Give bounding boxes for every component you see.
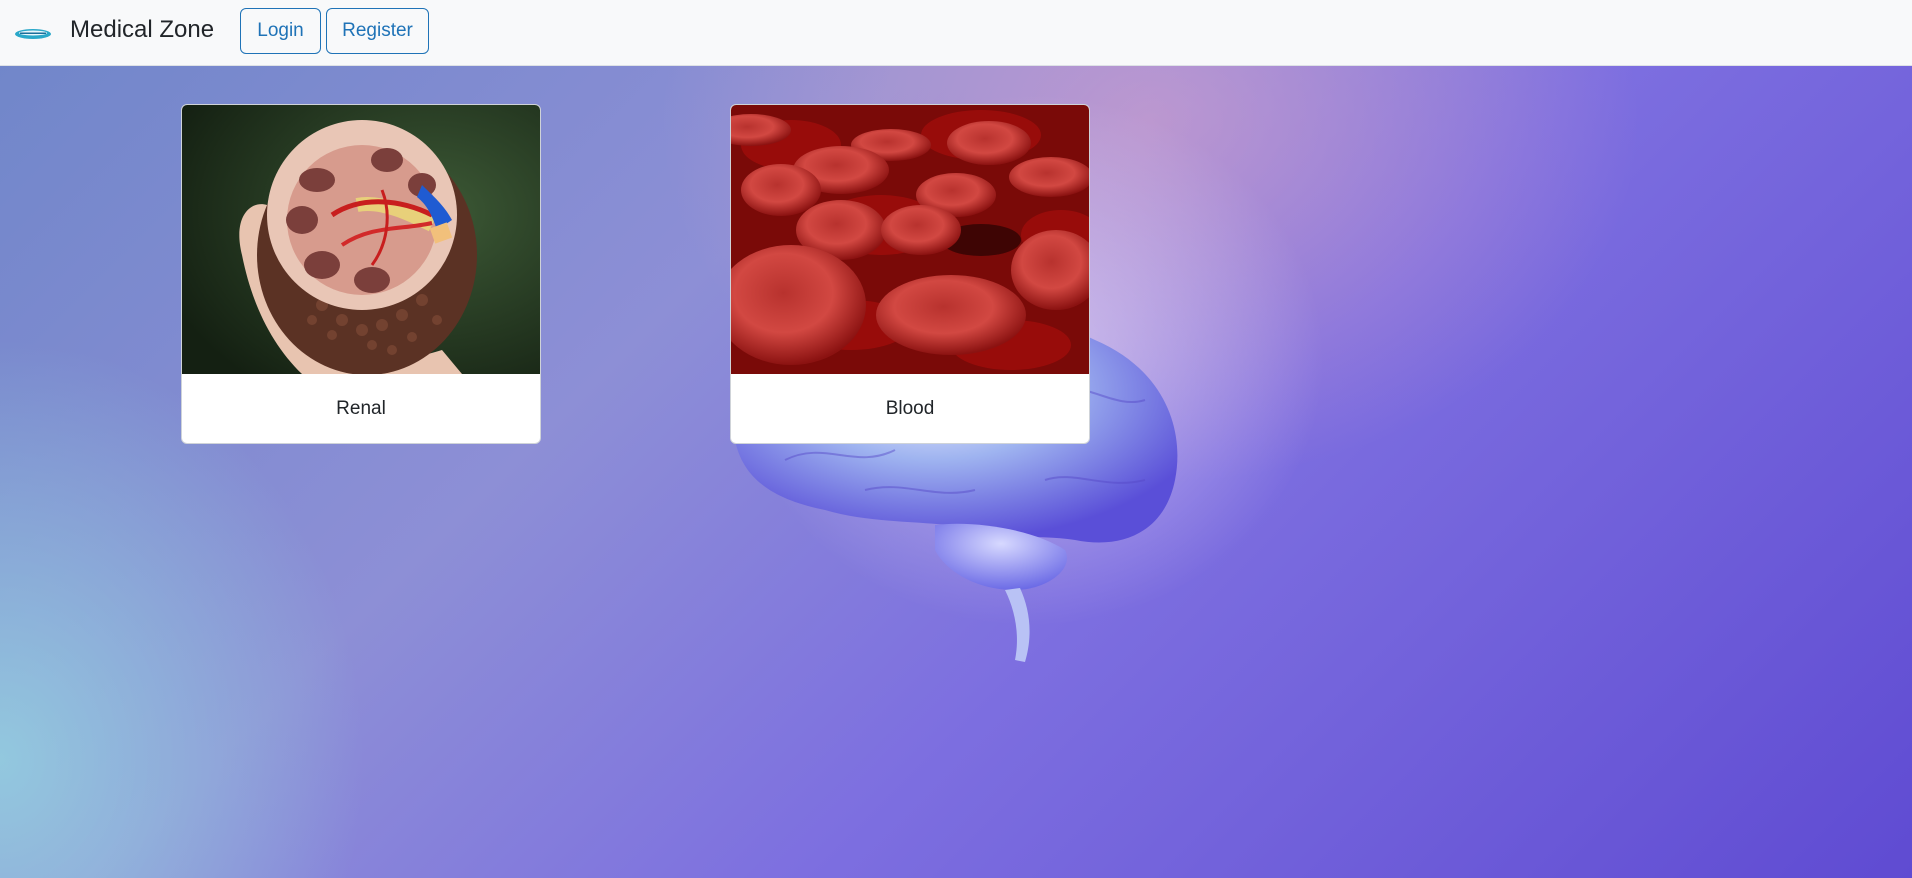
- card-renal[interactable]: Renal: [181, 104, 541, 444]
- card-title-blood: Blood: [885, 398, 935, 419]
- card-blood[interactable]: Blood: [730, 104, 1090, 444]
- logo-icon[interactable]: [14, 27, 52, 41]
- card-title-renal: Renal: [336, 398, 386, 419]
- brand-title[interactable]: Medical Zone: [70, 16, 214, 44]
- kidney-model-photo: [182, 105, 540, 374]
- navbar: Medical Zone Login Register: [0, 0, 1912, 66]
- red-blood-cells-photo: [731, 105, 1089, 374]
- login-button[interactable]: Login: [240, 8, 321, 54]
- register-button[interactable]: Register: [326, 8, 429, 54]
